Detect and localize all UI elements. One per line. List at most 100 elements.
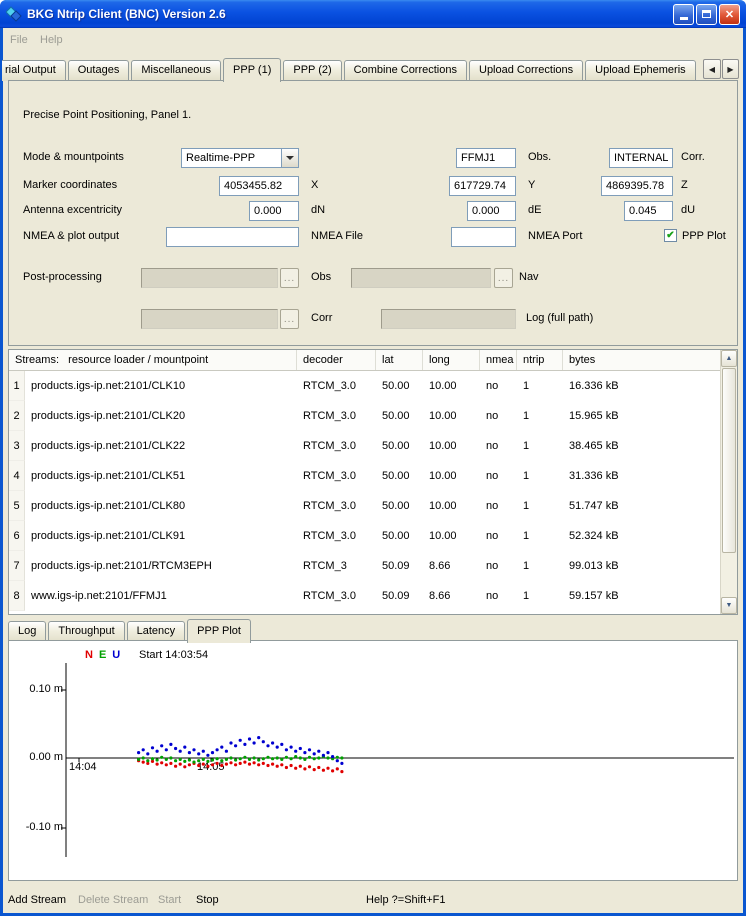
header-bytes[interactable]: bytes: [563, 350, 720, 370]
tab-outages[interactable]: Outages: [68, 60, 130, 81]
combobox-dropdown-button: [281, 149, 298, 167]
ppp-plot-panel: N E U Start 14:03:54 0.10 m 0.00 m -0.10…: [8, 640, 738, 881]
row-number: 6: [9, 521, 25, 551]
tab-scroll-left-button[interactable]: ◀: [703, 59, 721, 79]
marker-y-field[interactable]: 617729.74: [449, 176, 516, 196]
maximize-icon: [702, 10, 711, 18]
header-nmea[interactable]: nmea: [480, 350, 517, 370]
check-icon: ✔: [666, 231, 674, 241]
minimize-icon: [680, 17, 688, 20]
header-mountpoint[interactable]: Streams: resource loader / mountpoint: [9, 350, 297, 370]
mode-combobox[interactable]: Realtime-PPP: [181, 148, 299, 168]
table-row[interactable]: 1 products.igs-ip.net:2101/CLK10 RTCM_3.…: [9, 371, 720, 401]
nmea-port-field[interactable]: [451, 227, 516, 247]
tab-combine-corrections[interactable]: Combine Corrections: [344, 60, 467, 81]
post-nav-browse-button: ...: [494, 268, 513, 288]
tab-throughput[interactable]: Throughput: [48, 621, 124, 642]
cell-ntrip: 1: [517, 440, 563, 452]
titlebar: BKG Ntrip Client (BNC) Version 2.6 ✕: [0, 0, 746, 28]
scrollbar-thumb[interactable]: [722, 368, 736, 553]
header-ntrip[interactable]: ntrip: [517, 350, 563, 370]
row-number: 3: [9, 431, 25, 461]
scroll-down-button[interactable]: ▼: [721, 597, 737, 614]
corr-mountpoint-field[interactable]: INTERNAL: [609, 148, 673, 168]
tab-ppp-1[interactable]: PPP (1): [223, 58, 281, 82]
menu-help[interactable]: Help: [40, 34, 63, 46]
maximize-button[interactable]: [696, 4, 717, 25]
cell-ntrip: 1: [517, 530, 563, 542]
post-log-field: [381, 309, 516, 329]
window-title: BKG Ntrip Client (BNC) Version 2.6: [27, 7, 226, 21]
de-label: dE: [528, 204, 541, 216]
cell-lat: 50.00: [376, 500, 423, 512]
ppp-plot-checkbox[interactable]: ✔: [664, 229, 677, 242]
table-row[interactable]: 8 www.igs-ip.net:2101/FFMJ1 RTCM_3.0 50.…: [9, 581, 720, 611]
dn-label: dN: [311, 204, 325, 216]
obs-mountpoint-field[interactable]: FFMJ1: [456, 148, 516, 168]
streams-table-body: 1 products.igs-ip.net:2101/CLK10 RTCM_3.…: [9, 371, 720, 614]
marker-x-field[interactable]: 4053455.82: [219, 176, 299, 196]
cell-nmea: no: [480, 560, 517, 572]
tab-ppp-2[interactable]: PPP (2): [283, 60, 341, 81]
table-row[interactable]: 3 products.igs-ip.net:2101/CLK22 RTCM_3.…: [9, 431, 720, 461]
scroll-up-button[interactable]: ▲: [721, 350, 737, 367]
tab-ppp-plot[interactable]: PPP Plot: [187, 619, 251, 643]
start-button: Start: [158, 894, 181, 906]
tab-serial-output[interactable]: rial Output: [2, 60, 66, 81]
cell-lat: 50.00: [376, 470, 423, 482]
de-field[interactable]: 0.000: [467, 201, 516, 221]
cell-ntrip: 1: [517, 470, 563, 482]
nmea-file-field[interactable]: [166, 227, 299, 247]
arrow-up-icon: ▲: [726, 355, 733, 362]
table-scrollbar[interactable]: ▲ ▼: [720, 350, 737, 614]
marker-z-field[interactable]: 4869395.78: [601, 176, 673, 196]
tab-scroll-right-button[interactable]: ▶: [722, 59, 739, 79]
nmea-file-label: NMEA File: [311, 230, 363, 242]
cell-ntrip: 1: [517, 410, 563, 422]
panel-title: Precise Point Positioning, Panel 1.: [23, 109, 191, 121]
ppp-plot-checkbox-label: PPP Plot: [682, 230, 726, 242]
cell-mountpoint: products.igs-ip.net:2101/CLK51: [25, 470, 297, 482]
bottom-tab-bar: Log Throughput Latency PPP Plot: [8, 618, 253, 642]
du-field[interactable]: 0.045: [624, 201, 673, 221]
table-row[interactable]: 4 products.igs-ip.net:2101/CLK51 RTCM_3.…: [9, 461, 720, 491]
chevron-left-icon: ◀: [709, 65, 715, 74]
tab-latency[interactable]: Latency: [127, 621, 186, 642]
obs-file-label: Obs: [311, 271, 331, 283]
row-number: 5: [9, 491, 25, 521]
stop-button[interactable]: Stop: [196, 894, 219, 906]
table-row[interactable]: 2 products.igs-ip.net:2101/CLK20 RTCM_3.…: [9, 401, 720, 431]
cell-bytes: 31.336 kB: [563, 470, 720, 482]
row-number: 4: [9, 461, 25, 491]
cell-nmea: no: [480, 380, 517, 392]
cell-nmea: no: [480, 440, 517, 452]
tab-upload-corrections[interactable]: Upload Corrections: [469, 60, 583, 81]
minimize-button[interactable]: [673, 4, 694, 25]
cell-long: 8.66: [423, 590, 480, 602]
cell-long: 8.66: [423, 560, 480, 572]
nmea-plot-output-label: NMEA & plot output: [23, 230, 119, 242]
cell-nmea: no: [480, 530, 517, 542]
close-button[interactable]: ✕: [719, 4, 740, 25]
dn-field[interactable]: 0.000: [249, 201, 299, 221]
table-row[interactable]: 5 products.igs-ip.net:2101/CLK80 RTCM_3.…: [9, 491, 720, 521]
table-row[interactable]: 6 products.igs-ip.net:2101/CLK91 RTCM_3.…: [9, 521, 720, 551]
x-label: X: [311, 179, 318, 191]
header-lat[interactable]: lat: [376, 350, 423, 370]
post-processing-label: Post-processing: [23, 271, 102, 283]
cell-nmea: no: [480, 500, 517, 512]
cell-lat: 50.00: [376, 440, 423, 452]
tab-miscellaneous[interactable]: Miscellaneous: [131, 60, 221, 81]
header-decoder[interactable]: decoder: [297, 350, 376, 370]
add-stream-button[interactable]: Add Stream: [8, 894, 66, 906]
cell-decoder: RTCM_3.0: [297, 380, 376, 392]
cell-mountpoint: products.igs-ip.net:2101/CLK20: [25, 410, 297, 422]
cell-ntrip: 1: [517, 560, 563, 572]
header-long[interactable]: long: [423, 350, 480, 370]
post-obs-field: [141, 268, 278, 288]
tab-upload-ephemeris[interactable]: Upload Ephemeris: [585, 60, 696, 81]
table-row[interactable]: 7 products.igs-ip.net:2101/RTCM3EPH RTCM…: [9, 551, 720, 581]
menu-file[interactable]: File: [10, 34, 28, 46]
cell-decoder: RTCM_3: [297, 560, 376, 572]
tab-log[interactable]: Log: [8, 621, 46, 642]
